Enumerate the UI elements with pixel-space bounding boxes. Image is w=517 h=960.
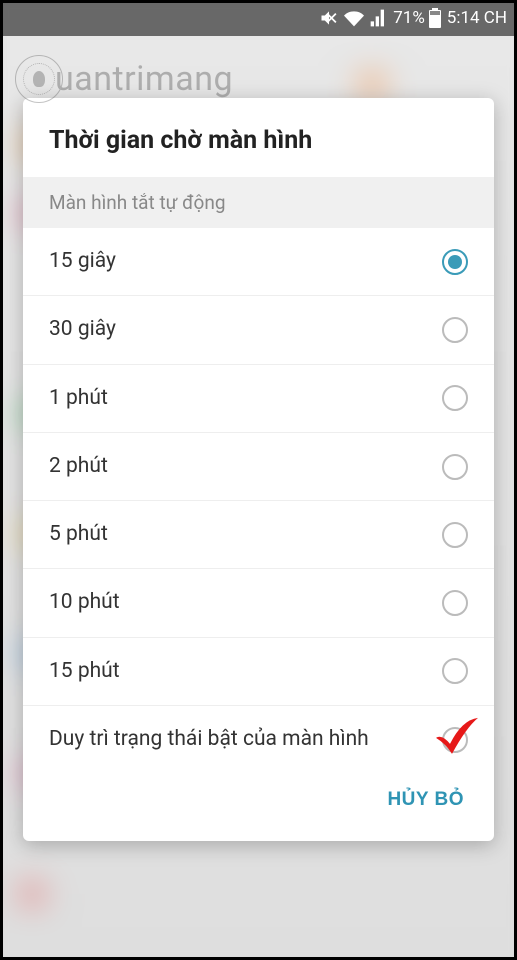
radio-unselected-icon: [442, 590, 468, 616]
battery-icon: [429, 8, 441, 28]
option-label: 15 giây: [49, 248, 116, 275]
wifi-icon: [343, 8, 365, 28]
mute-icon: [319, 8, 339, 28]
radio-unselected-icon: [442, 522, 468, 548]
option-label: 30 giây: [49, 316, 116, 343]
section-header: Màn hình tắt tự động: [23, 177, 494, 228]
radio-unselected-icon: [442, 317, 468, 343]
radio-unselected-icon: [442, 385, 468, 411]
option-label: 10 phút: [49, 589, 120, 616]
option-label: 5 phút: [49, 521, 108, 548]
option-15-minutes[interactable]: 15 phút: [23, 638, 494, 706]
option-label: 1 phút: [49, 385, 108, 412]
screen-timeout-dialog: Thời gian chờ màn hình Màn hình tắt tự đ…: [23, 98, 494, 841]
battery-percent: 71%: [393, 8, 425, 28]
option-30-seconds[interactable]: 30 giây: [23, 296, 494, 364]
signal-icon: [369, 8, 389, 28]
option-10-minutes[interactable]: 10 phút: [23, 569, 494, 637]
option-1-minute[interactable]: 1 phút: [23, 365, 494, 433]
option-label: 2 phút: [49, 453, 108, 480]
dialog-title: Thời gian chờ màn hình: [23, 98, 494, 177]
option-15-seconds[interactable]: 15 giây: [23, 228, 494, 296]
option-list: 15 giây 30 giây 1 phút 2 phút 5 phút 10 …: [23, 228, 494, 773]
option-2-minutes[interactable]: 2 phút: [23, 433, 494, 501]
radio-unselected-icon: [442, 727, 468, 753]
radio-unselected-icon: [442, 454, 468, 480]
watermark-lightbulb-icon: [15, 55, 63, 103]
watermark: uantrimang: [15, 55, 233, 103]
watermark-text: uantrimang: [55, 59, 233, 99]
cancel-button[interactable]: HỦY BỎ: [383, 781, 468, 819]
option-label: Duy trì trạng thái bật của màn hình: [49, 726, 369, 753]
radio-selected-icon: [442, 249, 468, 275]
option-label: 15 phút: [49, 658, 120, 685]
option-5-minutes[interactable]: 5 phút: [23, 501, 494, 569]
clock-time: 5:14 CH: [447, 8, 507, 28]
option-keep-screen-on[interactable]: Duy trì trạng thái bật của màn hình: [23, 706, 494, 773]
dialog-actions: HỦY BỎ: [23, 773, 494, 841]
radio-unselected-icon: [442, 658, 468, 684]
status-bar: 71% 5:14 CH: [0, 0, 517, 36]
